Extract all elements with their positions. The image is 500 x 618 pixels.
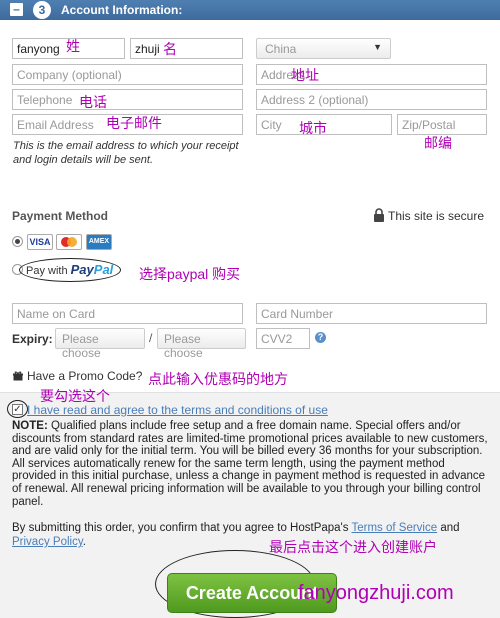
annotation-email: 电子邮件 [106,115,162,131]
promo-code-toggle[interactable]: Have a Promo Code? [13,369,142,383]
country-select[interactable]: China ▼ [256,38,391,59]
privacy-policy-link[interactable]: Privacy Policy [12,536,83,548]
company-field[interactable]: Company (optional) [12,64,243,85]
section-header[interactable]: – 3 Account Information: [0,0,500,20]
name-on-card-field[interactable]: Name on Card [12,303,243,324]
annotation-zip: 邮编 [424,135,452,151]
watermark: fanyongzhuji.com [298,582,454,604]
terms-of-service-link[interactable]: Terms of Service [352,522,438,534]
expiry-label: Expiry: [12,332,53,346]
annotation-choose-paypal: 选择paypal 购买 [139,266,241,282]
amex-card-icon: AMEX [86,234,112,250]
mastercard-circles-icon [61,237,77,247]
annotation-final-click: 最后点击这个进入创建账户 [269,539,437,555]
checkbox-highlight-circle [7,400,28,418]
submit-prefix: By submitting this order, you confirm th… [12,522,352,534]
card-number-field[interactable]: Card Number [256,303,487,324]
annotation-given-name: 名 [163,41,177,57]
card-payment-radio[interactable] [12,236,23,247]
paypal-option[interactable]: Pay with PayPal [26,262,113,277]
lock-icon [374,208,384,222]
country-value: China [265,42,297,56]
mastercard-icon [56,234,82,250]
telephone-field[interactable]: Telephone [12,89,243,110]
secure-text: This site is secure [388,209,485,223]
paypal-logo-b: Pal [93,262,114,277]
section-title: Account Information: [61,3,183,17]
paypal-logo: PayPal [71,262,114,277]
annotation-address: 地址 [291,67,319,83]
note-body: Qualified plans include free setup and a… [12,420,488,508]
address2-field[interactable]: Address 2 (optional) [256,89,487,110]
note-text: NOTE: Qualified plans include free setup… [12,420,488,508]
paypal-logo-a: Pay [70,262,94,277]
last-name-field[interactable]: zhuji [130,38,243,59]
visa-card-icon: VISA [27,234,53,250]
expiry-year-select[interactable]: Please choose [157,328,246,360]
annotation-promo: 点此输入优惠码的地方 [148,371,288,387]
email-note: This is the email address to which your … [13,139,239,167]
collapse-icon[interactable]: – [10,3,23,16]
secure-notice: This site is secure [373,208,484,223]
expiry-separator: / [149,331,153,345]
submit-suffix: . [82,536,86,548]
annotation-surname: 姓 [66,38,80,54]
paypal-prefix: Pay with [26,265,68,277]
annotation-city: 城市 [299,120,327,136]
payment-method-title: Payment Method [12,209,109,223]
note-label: NOTE: [12,420,48,432]
terms-link[interactable]: I have read and agree to the terms and c… [27,403,328,417]
cvv-field[interactable]: CVV2 [256,328,310,349]
zip-field[interactable]: Zip/Postal [397,114,487,135]
chevron-down-icon: ▼ [373,42,382,52]
expiry-month-select[interactable]: Please choose [55,328,145,360]
promo-code-label: Have a Promo Code? [27,369,143,383]
help-icon[interactable]: ? [315,332,326,343]
email-note-line1: This is the email address to which your … [13,140,239,152]
gift-icon [13,371,23,381]
annotation-telephone: 电话 [79,94,107,110]
email-note-line2: and login details will be sent. [13,154,154,166]
submit-and: and [437,522,460,534]
step-number: 3 [33,1,51,19]
